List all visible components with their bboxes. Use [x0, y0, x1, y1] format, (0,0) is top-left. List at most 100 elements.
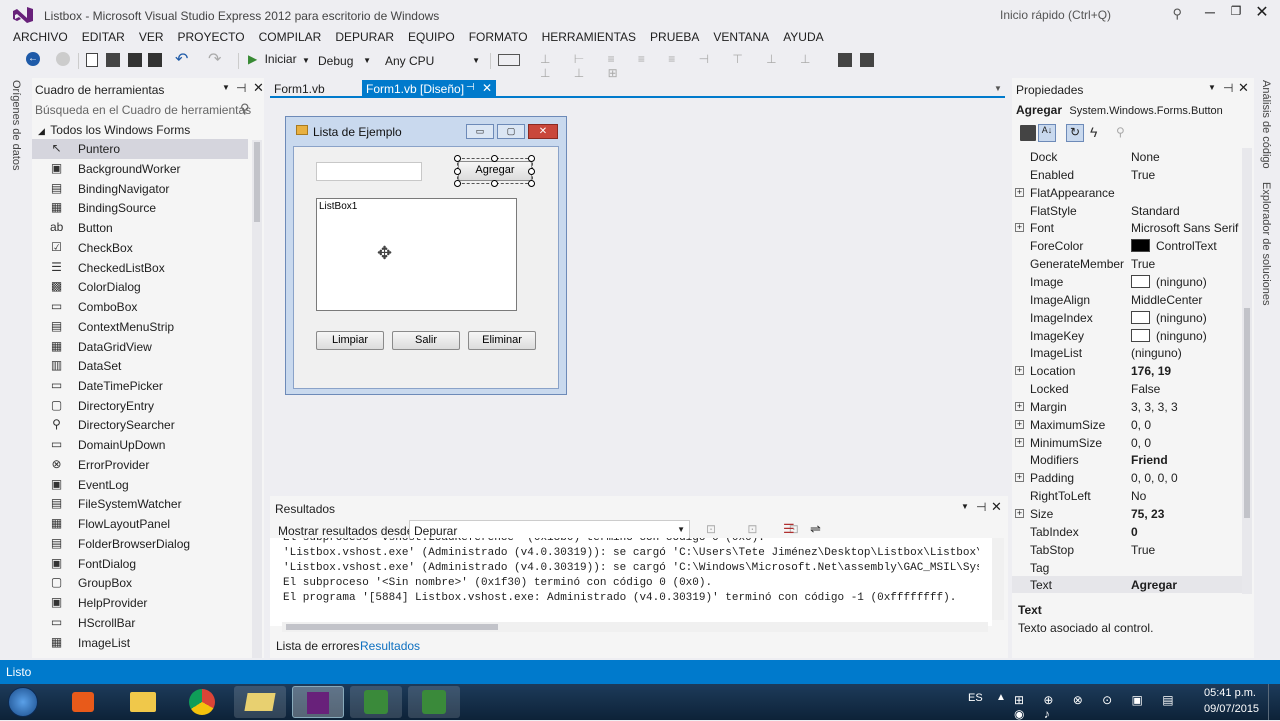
- platform-dropdown[interactable]: Any CPU ▼: [380, 51, 484, 70]
- toolbox-item[interactable]: ▦ BindingSource: [32, 198, 248, 218]
- property-row[interactable]: TabStop True: [1012, 541, 1242, 559]
- taskbar-app-camtasia[interactable]: [350, 686, 402, 718]
- pin-icon[interactable]: ⊣: [1223, 81, 1233, 95]
- property-row[interactable]: + MinimumSize 0, 0: [1012, 434, 1242, 452]
- output-source-dropdown[interactable]: Depurar ▼: [409, 520, 690, 540]
- delete-button[interactable]: Eliminar: [468, 331, 536, 350]
- object-selector[interactable]: Agregar System.Windows.Forms.Button: [1016, 103, 1250, 119]
- menu-depurar[interactable]: DEPURAR: [328, 28, 401, 46]
- exit-button[interactable]: Salir: [392, 331, 460, 350]
- property-row-selected[interactable]: Text Agregar: [1012, 576, 1242, 593]
- toolbox-item[interactable]: ▭ HScrollBar: [32, 613, 248, 633]
- expand-icon[interactable]: +: [1015, 473, 1024, 482]
- open-icon[interactable]: [106, 53, 120, 67]
- forward-icon[interactable]: [56, 52, 70, 66]
- property-row[interactable]: GenerateMember True: [1012, 255, 1242, 273]
- output-vscrollbar[interactable]: [992, 538, 1004, 620]
- menu-formato[interactable]: FORMATO: [462, 28, 535, 46]
- bottom-tab-error-list[interactable]: Lista de errores: [276, 639, 359, 653]
- expand-icon[interactable]: +: [1015, 438, 1024, 447]
- selection-handle[interactable]: [528, 155, 535, 162]
- toolbox-item[interactable]: ▣ HelpProvider: [32, 593, 248, 613]
- expand-icon[interactable]: +: [1015, 402, 1024, 411]
- save-all-icon[interactable]: [148, 53, 162, 67]
- minimize-button[interactable]: ─: [1198, 4, 1222, 24]
- save-icon[interactable]: [128, 53, 142, 67]
- property-row[interactable]: Modifiers Friend: [1012, 451, 1242, 469]
- property-row[interactable]: RightToLeft No: [1012, 487, 1242, 505]
- selection-handle[interactable]: [491, 180, 498, 187]
- toolbox-item[interactable]: ▤ ContextMenuStrip: [32, 317, 248, 337]
- tab-form1-vb[interactable]: Form1.vb: [274, 82, 325, 96]
- expand-icon[interactable]: +: [1015, 366, 1024, 375]
- menu-ayuda[interactable]: AYUDA: [776, 28, 830, 46]
- word-wrap-icon[interactable]: ⇌: [810, 521, 821, 537]
- toolbox-scrollbar[interactable]: [252, 140, 262, 658]
- align-tools-icon[interactable]: [498, 54, 520, 66]
- show-desktop-button[interactable]: [1268, 684, 1280, 720]
- menu-prueba[interactable]: PRUEBA: [643, 28, 706, 46]
- menu-proyecto[interactable]: PROYECTO: [171, 28, 252, 46]
- selection-handle[interactable]: [528, 168, 535, 175]
- bring-front-icon[interactable]: [860, 53, 874, 67]
- data-sources-side-tab[interactable]: Orígenes de datos: [10, 80, 22, 171]
- selection-handle[interactable]: [528, 180, 535, 187]
- toolbox-item[interactable]: ⚲ DirectorySearcher: [32, 415, 248, 435]
- menu-archivo[interactable]: ARCHIVO: [6, 28, 75, 46]
- selection-handle[interactable]: [454, 155, 461, 162]
- property-row[interactable]: ImageIndex (ninguno): [1012, 309, 1242, 327]
- clear-button[interactable]: Limpiar: [316, 331, 384, 350]
- property-row[interactable]: ImageAlign MiddleCenter: [1012, 291, 1242, 309]
- menu-editar[interactable]: EDITAR: [75, 28, 132, 46]
- scrollbar-thumb[interactable]: [254, 142, 260, 222]
- menu-herramientas[interactable]: HERRAMIENTAS: [535, 28, 643, 46]
- toolbox-item[interactable]: ▣ BackgroundWorker: [32, 159, 248, 179]
- pin-icon[interactable]: ⊣: [976, 500, 986, 514]
- redo-icon[interactable]: ↷: [208, 49, 221, 69]
- taskbar-app-camtasia-recorder[interactable]: [408, 686, 460, 718]
- selection-handle[interactable]: [454, 180, 461, 187]
- toolbox-item[interactable]: ▭ DomainUpDown: [32, 435, 248, 455]
- scrollbar-thumb[interactable]: [1244, 308, 1250, 518]
- events-lightning-icon[interactable]: ϟ: [1090, 124, 1097, 140]
- form-window[interactable]: Lista de Ejemplo ▭ ▢ ✕ Agregar ListBox1 …: [285, 116, 567, 395]
- property-row[interactable]: Enabled True: [1012, 166, 1242, 184]
- toolbox-item[interactable]: ▥ DataSet: [32, 356, 248, 376]
- toolbox-item[interactable]: ▦ FlowLayoutPanel: [32, 514, 248, 534]
- toolbox-item[interactable]: ab Button: [32, 218, 248, 238]
- property-row[interactable]: Locked False: [1012, 380, 1242, 398]
- toolbox-item[interactable]: ▤ FolderBrowserDialog: [32, 534, 248, 554]
- new-project-icon[interactable]: [86, 53, 98, 67]
- tab-order-icon[interactable]: [838, 53, 852, 67]
- output-hscrollbar[interactable]: [282, 622, 988, 632]
- toolbox-item[interactable]: ▤ BindingNavigator: [32, 179, 248, 199]
- close-icon[interactable]: ✕: [1238, 80, 1249, 96]
- start-orb-icon[interactable]: [8, 687, 38, 717]
- back-icon[interactable]: ←: [26, 52, 40, 66]
- undo-icon[interactable]: ↶: [175, 49, 188, 69]
- restore-button[interactable]: ❐: [1224, 4, 1248, 24]
- property-row[interactable]: + Size 75, 23: [1012, 505, 1242, 523]
- taskbar-app-explorer[interactable]: [118, 686, 170, 718]
- expand-icon[interactable]: +: [1015, 223, 1024, 232]
- quick-launch-input[interactable]: Inicio rápido (Ctrl+Q) ⚲: [996, 4, 1188, 26]
- alphabetical-icon[interactable]: A↓: [1038, 124, 1056, 142]
- close-icon[interactable]: ✕: [991, 499, 1002, 515]
- toolbox-item[interactable]: ▣ EventLog: [32, 475, 248, 495]
- property-row[interactable]: + Font Microsoft Sans Serif, 8: [1012, 219, 1242, 237]
- language-indicator[interactable]: ES: [968, 692, 983, 704]
- selection-handle[interactable]: [454, 168, 461, 175]
- toolbox-item[interactable]: ▭ ComboBox: [32, 297, 248, 317]
- show-hidden-icons-icon[interactable]: ▲: [996, 692, 1006, 703]
- toolbox-item[interactable]: ▤ FileSystemWatcher: [32, 494, 248, 514]
- toolbox-item-puntero[interactable]: ↖ Puntero: [32, 139, 248, 159]
- clock-date[interactable]: 09/07/2015: [1204, 703, 1259, 715]
- toolbox-item[interactable]: ▦ ImageList: [32, 633, 248, 653]
- property-row[interactable]: ImageList (ninguno): [1012, 344, 1242, 362]
- chevron-down-icon[interactable]: ▼: [961, 502, 969, 511]
- property-row[interactable]: Dock None: [1012, 148, 1242, 166]
- close-icon[interactable]: ✕: [253, 80, 264, 96]
- selection-handle[interactable]: [491, 155, 498, 162]
- chevron-down-icon[interactable]: ▼: [222, 83, 230, 92]
- property-row[interactable]: + MaximumSize 0, 0: [1012, 416, 1242, 434]
